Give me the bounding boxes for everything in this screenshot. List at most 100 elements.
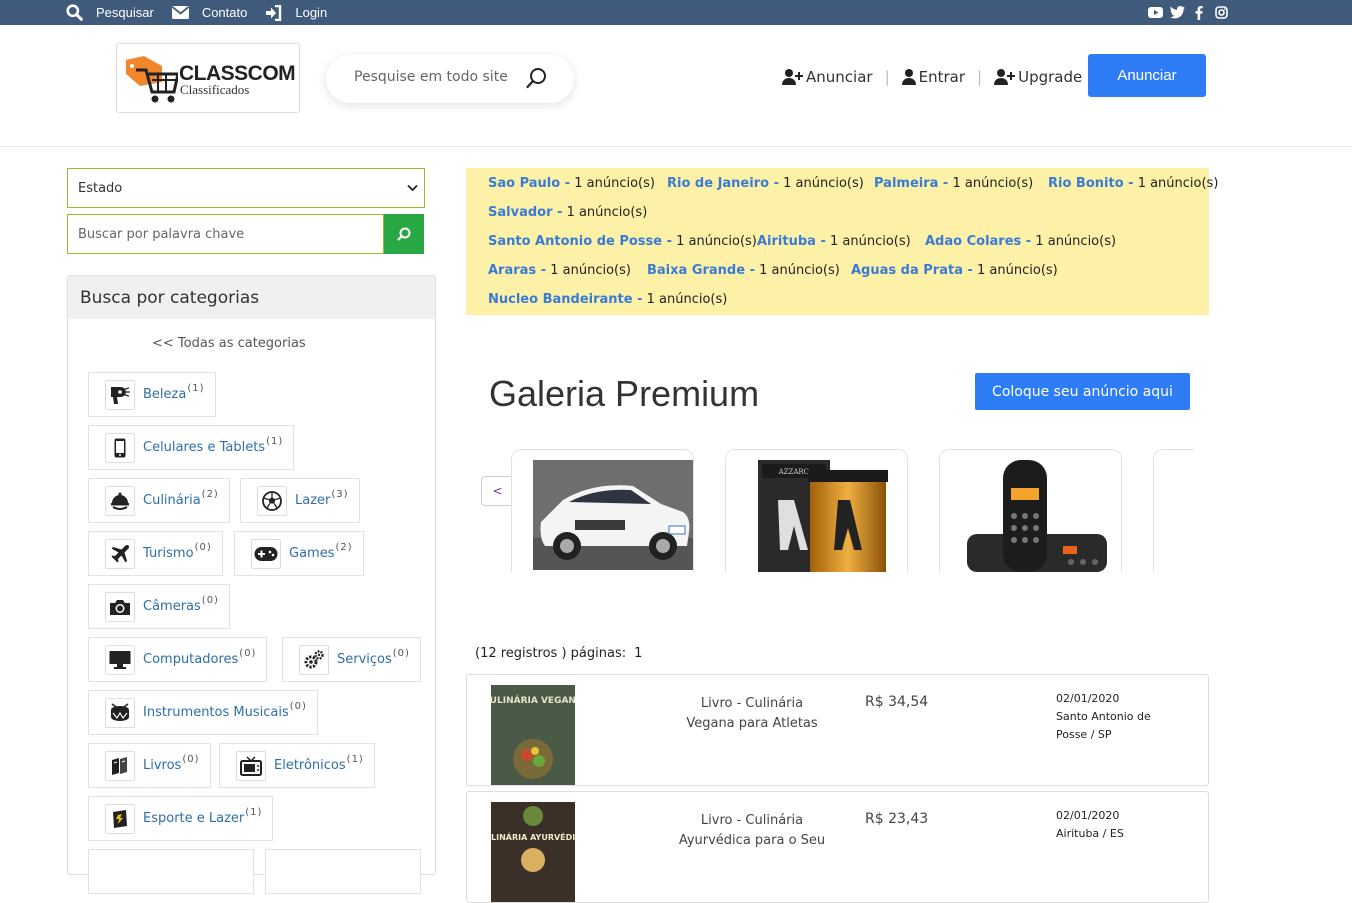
topbar-search-link[interactable]: Pesquisar	[66, 4, 154, 21]
nav-separator: |	[977, 68, 983, 86]
twitter-icon[interactable]	[1168, 4, 1186, 21]
listing-title[interactable]: Livro - Culinária Vegana para Atletas	[677, 694, 827, 734]
category-count: (0)	[194, 542, 212, 553]
category-beleza[interactable]: Beleza (1)	[88, 372, 216, 417]
location-name: Baixa Grande -	[647, 263, 755, 278]
page-link[interactable]: 1	[634, 646, 642, 661]
search-icon	[66, 4, 83, 21]
category-esporte-lazer[interactable]: Esporte e Lazer (1)	[88, 796, 274, 841]
camera-icon	[105, 591, 135, 622]
book-cover-title: CULINÁRIA VEGANA	[491, 694, 575, 706]
svg-text:AZZARO: AZZARO	[778, 468, 810, 476]
category-lazer[interactable]: Lazer (3)	[240, 478, 360, 523]
location-name: Rio Bonito -	[1048, 176, 1134, 191]
listing-price: R$ 23,43	[865, 811, 929, 827]
listing-location: Santo Antonio de Posse / SP	[1056, 710, 1151, 741]
records-count: (12 registros ) páginas:	[475, 646, 627, 661]
gallery-card[interactable]	[1153, 449, 1194, 572]
search-icon	[397, 227, 411, 241]
listing-date: 02/01/2020	[1056, 692, 1120, 705]
location-link[interactable]: Salvador - 1 anúncio(s)	[488, 205, 647, 220]
hair-dryer-icon	[105, 379, 135, 410]
nav-upgrade-link[interactable]: Upgrade	[994, 68, 1082, 86]
location-name: Palmeira -	[874, 176, 949, 191]
youtube-icon[interactable]	[1146, 4, 1164, 21]
gallery-card[interactable]	[939, 449, 1122, 572]
category-item[interactable]	[88, 849, 254, 894]
user-plus-icon	[782, 69, 803, 85]
search-icon[interactable]	[526, 67, 548, 89]
category-label: Turismo	[143, 546, 194, 561]
state-select[interactable]: Estado	[67, 168, 425, 208]
category-turismo[interactable]: Turismo (0)	[88, 531, 223, 576]
category-games[interactable]: Games (2)	[234, 531, 364, 576]
category-livros[interactable]: Livros (0)	[88, 743, 211, 788]
gallery-title: Galeria Premium	[489, 373, 760, 414]
nav-upgrade-label: Upgrade	[1018, 68, 1083, 86]
category-servicos[interactable]: Serviços (0)	[282, 637, 421, 682]
location-link[interactable]: Araras - 1 anúncio(s)	[488, 263, 631, 278]
all-categories-link[interactable]: << Todas as categorias	[152, 336, 306, 351]
location-link[interactable]: Sao Paulo - 1 anúncio(s)	[488, 176, 655, 191]
keyword-search-button[interactable]	[384, 214, 424, 254]
category-culinaria[interactable]: Culinária (2)	[88, 478, 230, 523]
location-link[interactable]: Airituba - 1 anúncio(s)	[757, 234, 911, 249]
category-instrumentos[interactable]: Instrumentos Musicais (0)	[88, 690, 318, 735]
location-link[interactable]: Adao Colares - 1 anúncio(s)	[925, 234, 1116, 249]
category-count: (0)	[182, 754, 200, 765]
category-cameras[interactable]: Câmeras (0)	[88, 584, 230, 629]
location-count: 1 anúncio(s)	[646, 292, 728, 307]
category-count: (0)	[392, 648, 410, 659]
instagram-icon[interactable]	[1212, 4, 1230, 21]
place-ad-button[interactable]: Coloque seu anúncio aqui	[975, 373, 1190, 410]
gallery-card[interactable]	[511, 449, 694, 572]
user-icon	[901, 69, 916, 85]
anunciar-button[interactable]: Anunciar	[1088, 54, 1206, 97]
category-eletronicos[interactable]: Eletrônicos (1)	[219, 743, 375, 788]
category-count: (1)	[266, 436, 284, 447]
phone-photo	[967, 460, 1107, 572]
listing-date: 02/01/2020	[1056, 809, 1120, 822]
nav-anunciar-label: Anunciar	[806, 68, 873, 86]
nav-entrar-label: Entrar	[918, 68, 966, 86]
listing-title[interactable]: Livro - Culinária Ayurvédica para o Seu	[677, 811, 827, 851]
user-plus-icon	[994, 69, 1016, 85]
location-link[interactable]: Santo Antonio de Posse - 1 anúncio(s)	[488, 234, 757, 249]
location-name: Santo Antonio de Posse -	[488, 234, 673, 249]
perfume-photo: AZZARO	[758, 460, 888, 572]
location-link[interactable]: Nucleo Bandeirante - 1 anúncio(s)	[488, 292, 727, 307]
state-select-value: Estado	[78, 180, 123, 196]
gamepad-icon	[251, 538, 281, 569]
keyword-input[interactable]: Buscar por palavra chave	[67, 214, 384, 254]
location-link[interactable]: Baixa Grande - 1 anúncio(s)	[647, 263, 840, 278]
location-link[interactable]: Rio Bonito - 1 anúncio(s)	[1048, 176, 1218, 191]
nav-anunciar-link[interactable]: Anunciar	[782, 68, 873, 86]
chef-hat-icon	[105, 485, 135, 516]
category-computadores[interactable]: Computadores (0)	[88, 637, 268, 682]
nav-separator: |	[884, 68, 890, 86]
gallery-card[interactable]: AZZARO	[725, 449, 908, 572]
logo-subtitle: Classificados	[180, 82, 250, 97]
topbar-contact-link[interactable]: Contato	[171, 5, 247, 20]
site-search-input[interactable]: Pesquise em todo site	[326, 55, 574, 103]
location-count: 1 anúncio(s)	[1137, 176, 1219, 191]
carousel-prev-button[interactable]: <	[481, 476, 514, 506]
nav-entrar-link[interactable]: Entrar	[901, 68, 966, 86]
listing-meta: 02/01/2020 Airituba / ES	[1056, 807, 1176, 843]
site-logo[interactable]: CLASSCOM Classificados	[116, 43, 300, 113]
topbar-login-link[interactable]: Login	[265, 4, 327, 21]
premium-carousel: AZZARO	[511, 449, 1194, 572]
location-name: Salvador -	[488, 205, 563, 220]
listing-row[interactable]: CULINÁRIA AYURVÉDICA Livro - Culinária A…	[466, 791, 1209, 903]
category-item[interactable]	[265, 849, 421, 894]
location-link[interactable]: Rio de Janeiro - 1 anúncio(s)	[667, 176, 864, 191]
location-link[interactable]: Palmeira - 1 anúncio(s)	[874, 176, 1033, 191]
location-link[interactable]: Aguas da Prata - 1 anúncio(s)	[851, 263, 1058, 278]
facebook-icon[interactable]	[1190, 4, 1208, 21]
listing-row[interactable]: CULINÁRIA VEGANA Livro - Culinária Vegan…	[466, 674, 1209, 786]
categories-title: Busca por categorias	[68, 276, 435, 319]
header-nav: Anunciar | Entrar | Upgrade |	[782, 68, 1099, 86]
category-count: (2)	[201, 489, 219, 500]
category-celulares[interactable]: Celulares e Tablets (1)	[88, 425, 295, 470]
category-count: (1)	[187, 383, 205, 394]
